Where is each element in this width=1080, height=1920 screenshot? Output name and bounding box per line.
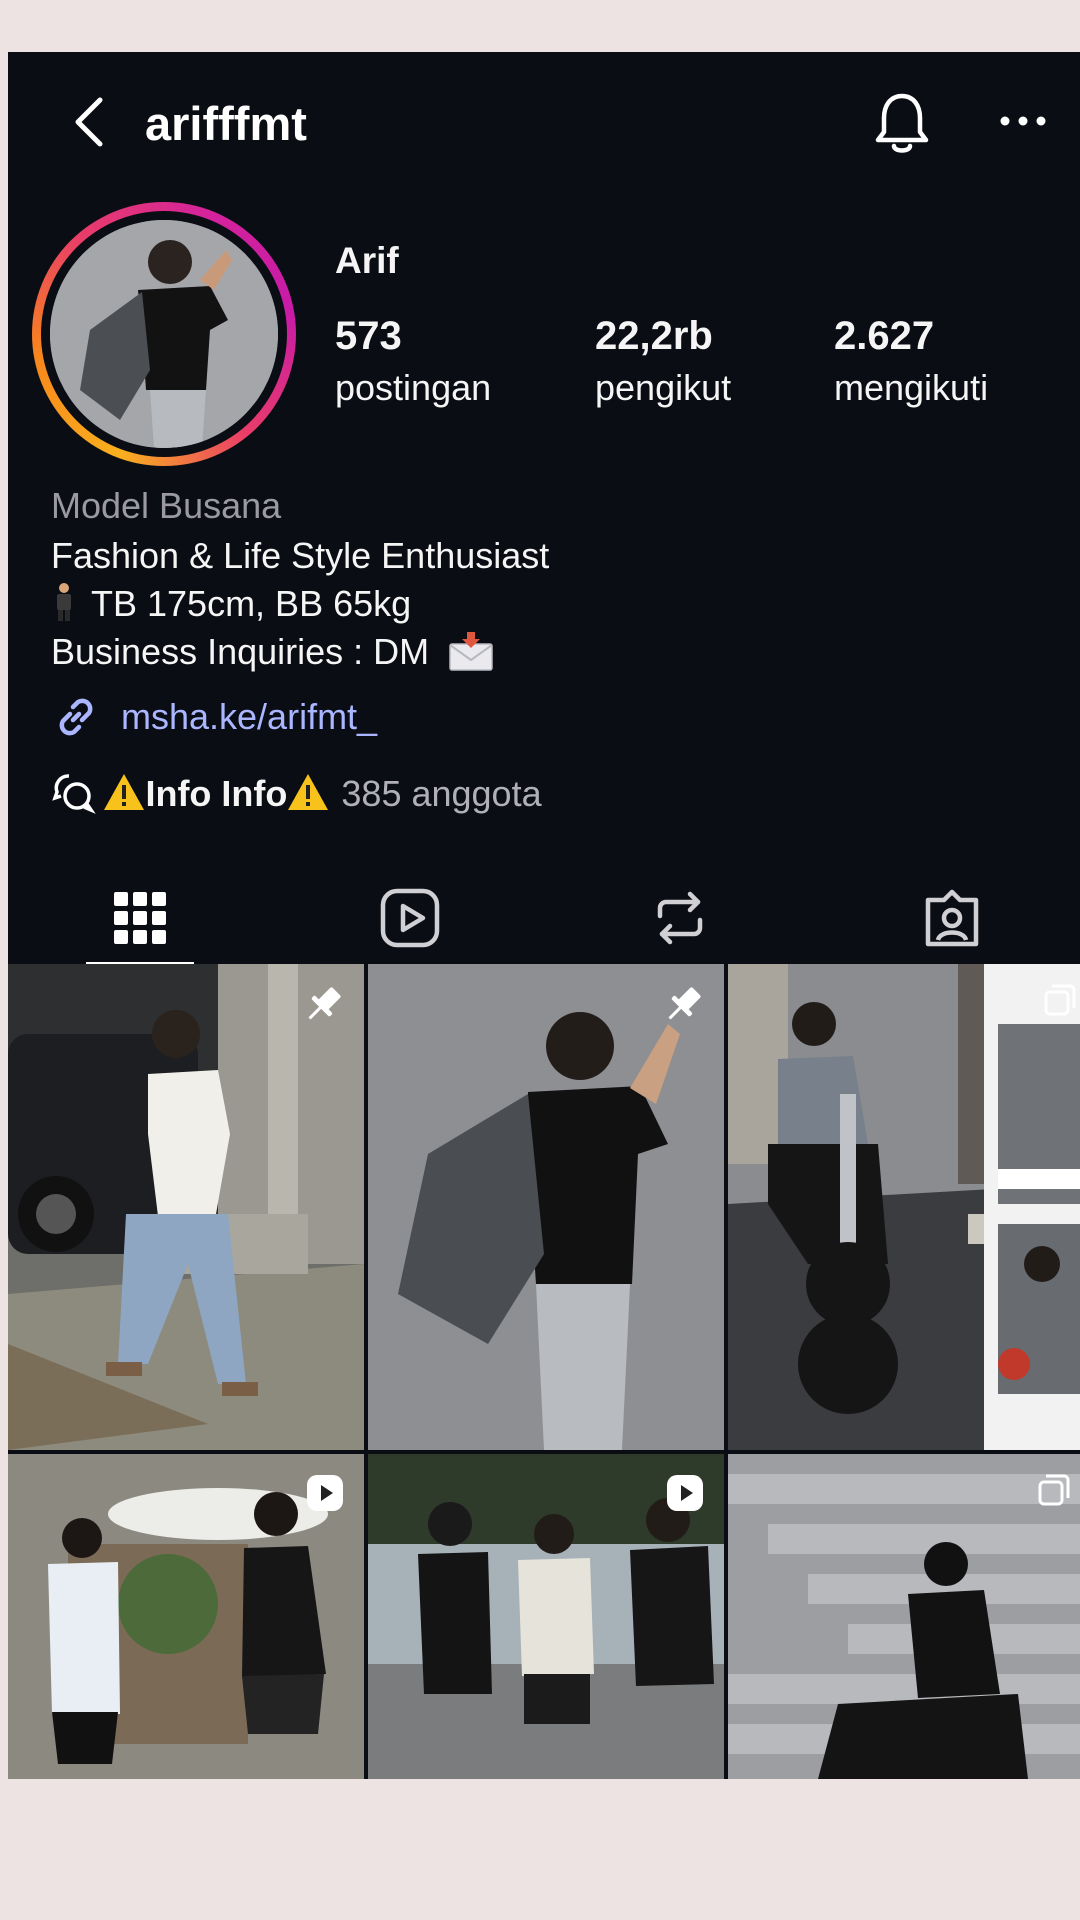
inbox-envelope-icon <box>449 632 493 671</box>
tab-reels[interactable] <box>378 886 442 950</box>
bio-line: TB 175cm, BB 65kg <box>51 580 411 628</box>
avatar-story-ring[interactable] <box>32 202 296 466</box>
broadcast-channel[interactable]: Info Info 385 anggota <box>51 770 542 830</box>
username: arifffmt <box>145 97 307 150</box>
post-thumbnail[interactable] <box>8 964 364 1450</box>
channel-name: Info Info <box>145 773 288 814</box>
post-thumbnail[interactable] <box>984 964 1080 1450</box>
carousel-icon <box>1038 1474 1070 1506</box>
warning-icon <box>288 774 329 810</box>
more-options-button[interactable] <box>993 96 1053 146</box>
reel-icon <box>667 1475 703 1511</box>
carousel-icon <box>1044 984 1076 1016</box>
warning-icon <box>104 774 145 810</box>
bell-icon <box>875 93 929 153</box>
posts-count[interactable]: 573 postingan <box>335 314 491 409</box>
following-count[interactable]: 2.627 mengikuti <box>834 314 988 409</box>
avatar <box>50 220 278 448</box>
person-suit-icon <box>57 583 71 621</box>
channel-members: 385 anggota <box>341 773 542 814</box>
tab-reposts[interactable] <box>648 886 712 950</box>
display-name: Arif <box>335 240 399 281</box>
followers-count[interactable]: 22,2rb pengikut <box>595 314 731 409</box>
post-thumbnail[interactable] <box>368 964 724 1450</box>
grid-icon <box>114 892 166 944</box>
chat-bubbles-icon <box>52 774 96 814</box>
profile-category: Model Busana <box>51 485 282 526</box>
back-button[interactable] <box>60 92 120 152</box>
tab-tagged[interactable] <box>920 886 984 950</box>
bio-line: Fashion & Life Style Enthusiast <box>51 535 550 576</box>
ellipsis-icon <box>1000 116 1046 126</box>
reels-icon <box>380 888 440 948</box>
pin-icon <box>308 987 341 1020</box>
notifications-button[interactable] <box>870 90 934 158</box>
bio-line: Business Inquiries : DM <box>51 628 495 676</box>
reel-icon <box>307 1475 343 1511</box>
chevron-left-icon <box>75 97 103 147</box>
tagged-icon <box>925 889 979 947</box>
post-thumbnail[interactable] <box>8 1454 364 1779</box>
reposts-icon <box>657 891 703 945</box>
post-thumbnail[interactable] <box>368 1454 724 1779</box>
tab-posts[interactable] <box>108 886 172 950</box>
profile-screen: arifffmt Arif 573 postingan 22,2rb pengi… <box>8 52 1080 1779</box>
link-icon <box>59 698 93 736</box>
pin-icon <box>668 987 701 1020</box>
post-thumbnail[interactable] <box>728 1454 1080 1779</box>
profile-tabs <box>8 862 1080 968</box>
